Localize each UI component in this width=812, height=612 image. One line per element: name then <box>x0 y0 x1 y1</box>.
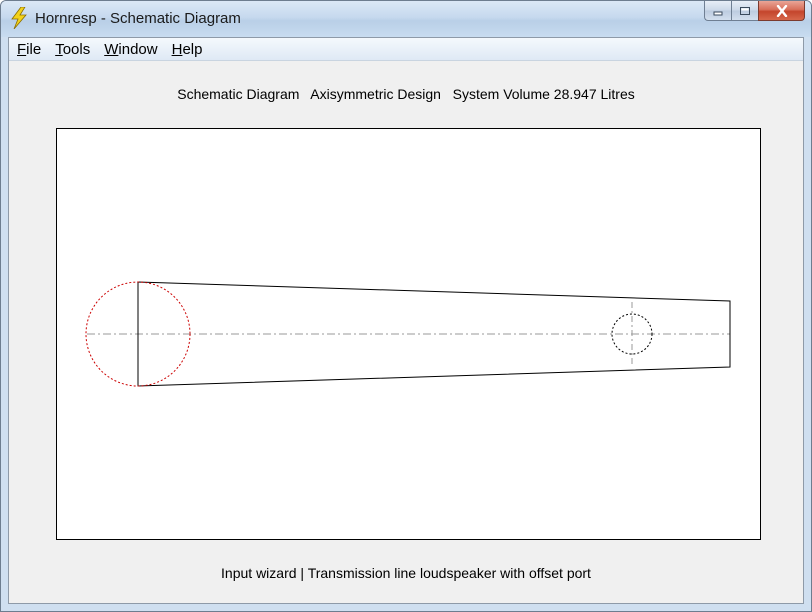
window-bottom-frame <box>1 604 811 611</box>
diagram-header: Schematic Diagram Axisymmetric Design Sy… <box>177 86 635 102</box>
window-title: Hornresp - Schematic Diagram <box>35 10 241 27</box>
wizard-status: Input wizard | Transmission line loudspe… <box>221 565 591 581</box>
hornresp-window: Hornresp - Schematic Diagram File Tools … <box>0 0 812 612</box>
menu-tools[interactable]: Tools <box>55 41 90 58</box>
lightning-bolt-icon <box>11 7 27 29</box>
menu-file[interactable]: File <box>17 41 41 58</box>
title-bar[interactable]: Hornresp - Schematic Diagram <box>1 1 811 37</box>
minimize-icon <box>713 11 723 15</box>
minimize-button[interactable] <box>704 1 731 21</box>
menu-window[interactable]: Window <box>104 41 157 58</box>
schematic-canvas <box>56 128 761 540</box>
close-button[interactable] <box>758 1 805 21</box>
schematic-svg <box>85 281 731 387</box>
maximize-icon <box>740 6 750 15</box>
close-icon <box>776 4 787 17</box>
maximize-button[interactable] <box>731 1 758 21</box>
menu-help[interactable]: Help <box>172 41 203 58</box>
menu-bar: File Tools Window Help <box>9 38 803 61</box>
caption-buttons <box>704 1 805 23</box>
client-area: File Tools Window Help Schematic Diagram… <box>8 37 804 604</box>
